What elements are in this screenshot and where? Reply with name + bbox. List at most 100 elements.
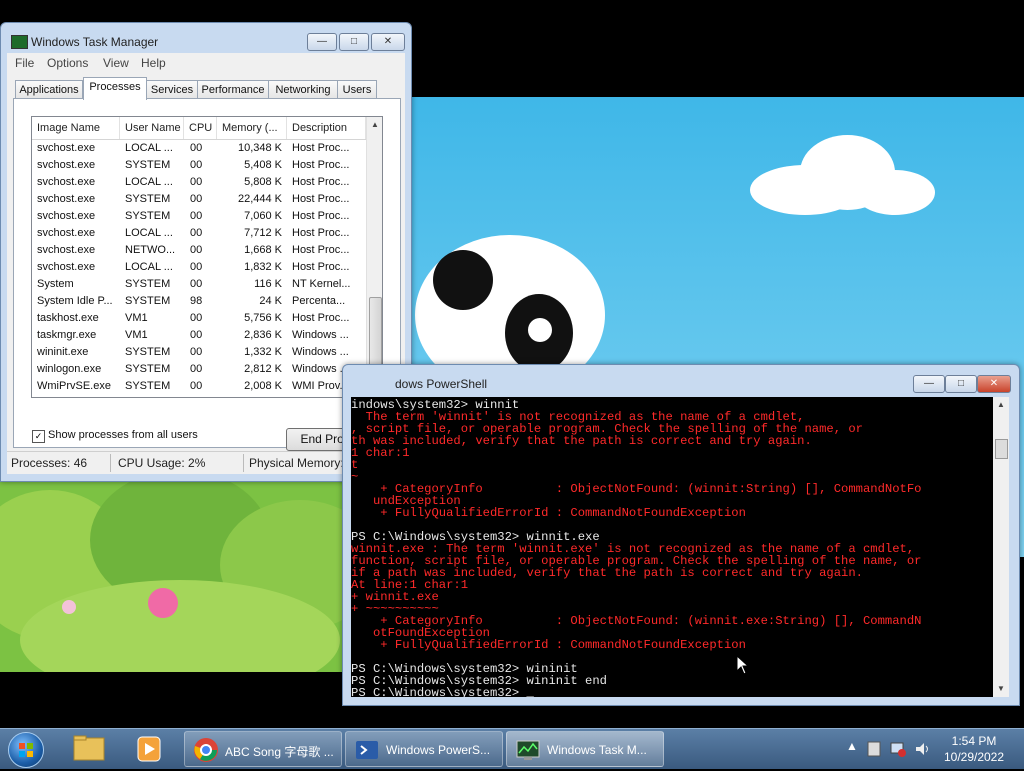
process-user-cell: SYSTEM [125,295,171,307]
process-desc-cell: Host Proc... [292,312,350,324]
console-output[interactable]: indows\system32> winnit The term 'winnit… [351,397,993,697]
process-mem-cell: 116 K [254,278,282,290]
process-row[interactable]: svchost.exe NETWO... 00 1,668 K Host Proc... [32,242,366,259]
process-row[interactable]: svchost.exe LOCAL ... 00 10,348 K Host Proc.… [32,140,366,157]
menu-help[interactable]: Help [141,56,166,70]
title-bar[interactable]: Windows Task Manager — □ ✕ [1,23,411,51]
tab-applications[interactable]: Applications [15,80,83,99]
process-cpu-cell: 98 [190,295,203,307]
process-user-cell: LOCAL ... [125,227,173,239]
process-mem-cell: 2,836 K [244,329,282,341]
console-line: 1 char:1 [351,446,410,460]
process-desc-cell: Host Proc... [292,142,350,154]
process-user-cell: LOCAL ... [125,176,173,188]
tab-processes[interactable]: Processes [83,77,147,100]
process-row[interactable]: svchost.exe SYSTEM 00 22,444 K Host Proc... [32,191,366,208]
process-row[interactable]: wininit.exe SYSTEM 00 1,332 K Windows ... [32,344,366,361]
process-row[interactable]: svchost.exe LOCAL ... 00 7,712 K Host Proc..… [32,225,366,242]
tab-performance[interactable]: Performance [197,80,269,99]
process-row[interactable]: System Idle P... SYSTEM 98 24 K Percenta... [32,293,366,310]
process-row[interactable]: svchost.exe LOCAL ... 00 1,832 K Host Proc..… [32,259,366,276]
process-row[interactable]: System SYSTEM 00 116 K NT Kernel... [32,276,366,293]
maximize-button[interactable]: □ [339,33,369,51]
scroll-up-icon[interactable]: ▲ [993,397,1009,413]
media-player-pinned[interactable] [124,732,174,766]
process-cpu-cell: 00 [190,278,203,290]
explorer-pinned[interactable] [64,732,114,766]
process-mem-cell: 7,060 K [244,210,282,222]
process-mem-cell: 2,008 K [244,380,282,392]
window-title: dows PowerShell [395,377,488,391]
process-mem-cell: 5,756 K [244,312,282,324]
process-row[interactable]: taskhost.exe VM1 00 5,756 K Host Proc... [32,310,366,327]
volume-icon[interactable] [914,741,930,757]
process-cpu-cell: 00 [190,346,203,358]
scrollbar-thumb[interactable] [995,439,1008,459]
process-name-cell: svchost.exe [37,176,96,188]
scroll-down-icon[interactable]: ▼ [993,681,1009,697]
column-cpu[interactable]: CPU [184,117,217,139]
close-button[interactable]: ✕ [371,33,405,51]
taskbar-button-label: Windows PowerS... [386,743,491,757]
tab-users[interactable]: Users [337,80,377,99]
column-description[interactable]: Description [287,117,366,139]
column-image-name[interactable]: Image Name [32,117,120,139]
process-name-cell: svchost.exe [37,210,96,222]
status-cpu: CPU Usage: 2% [118,456,206,470]
process-desc-cell: Host Proc... [292,210,350,222]
process-user-cell: SYSTEM [125,193,171,205]
minimize-button[interactable]: — [913,375,945,393]
process-name-cell: svchost.exe [37,227,96,239]
process-row[interactable]: svchost.exe LOCAL ... 00 5,808 K Host Proc..… [32,174,366,191]
console-scrollbar[interactable]: ▲ ▼ [993,397,1009,697]
menu-file[interactable]: File [15,56,34,70]
status-processes: Processes: 46 [11,456,88,470]
column-user-name[interactable]: User Name [120,117,184,139]
taskbar-button-taskmgr[interactable]: Windows Task M... [506,731,664,767]
panda-ear [433,250,493,310]
process-user-cell: SYSTEM [125,363,171,375]
show-hidden-icons-icon[interactable]: ▲ [846,739,858,753]
taskbar-button-chrome[interactable]: ABC Song 字母歌 ... [184,731,342,767]
process-desc-cell: Host Proc... [292,176,350,188]
show-all-processes-checkbox[interactable]: ✓ [32,430,45,443]
network-icon[interactable] [890,741,906,757]
scroll-up-icon[interactable]: ▲ [367,117,382,133]
process-desc-cell: Percenta... [292,295,346,307]
tab-networking[interactable]: Networking [268,80,338,99]
close-button[interactable]: ✕ [977,375,1011,393]
start-button[interactable] [8,732,44,768]
process-row[interactable]: svchost.exe SYSTEM 00 7,060 K Host Proc... [32,208,366,225]
process-cpu-cell: 00 [190,261,203,273]
process-mem-cell: 1,332 K [244,346,282,358]
process-user-cell: LOCAL ... [125,142,173,154]
process-desc-cell: Host Proc... [292,227,350,239]
system-clock[interactable]: 1:54 PM 10/29/2022 [938,733,1010,765]
wallpaper-bushes [0,470,345,672]
flower [148,588,178,618]
process-user-cell: VM1 [125,329,148,341]
process-row[interactable]: WmiPrvSE.exe SYSTEM 00 2,008 K WMI Prov... [32,378,366,395]
process-list[interactable]: Image Name User Name CPU Memory (... Des… [31,116,383,398]
menu-options[interactable]: Options [47,56,88,70]
process-user-cell: VM1 [125,312,148,324]
process-row[interactable]: taskmgr.exe VM1 00 2,836 K Windows ... [32,327,366,344]
menu-bar: File Options View Help [7,53,405,73]
taskbar-button-label: Windows Task M... [547,743,647,757]
process-list-scrollbar[interactable]: ▲ ▼ [366,117,382,397]
column-memory[interactable]: Memory (... [217,117,287,139]
menu-view[interactable]: View [103,56,129,70]
console-line: th was included, verify that the path is… [351,434,812,448]
process-row[interactable]: winlogon.exe SYSTEM 00 2,812 K Windows ... [32,361,366,378]
process-desc-cell: Windows ... [292,329,349,341]
process-desc-cell: NT Kernel... [292,278,351,290]
tab-services[interactable]: Services [146,80,198,99]
maximize-button[interactable]: □ [945,375,977,393]
taskbar-button-powershell[interactable]: Windows PowerS... [345,731,503,767]
minimize-button[interactable]: — [307,33,337,51]
process-row[interactable]: svchost.exe SYSTEM 00 5,408 K Host Proc... [32,157,366,174]
console-line: + FullyQualifiedErrorId : CommandNotFoun… [351,638,746,652]
taskmgr-icon [11,35,28,49]
process-cpu-cell: 00 [190,363,203,375]
action-center-icon[interactable] [866,741,882,757]
